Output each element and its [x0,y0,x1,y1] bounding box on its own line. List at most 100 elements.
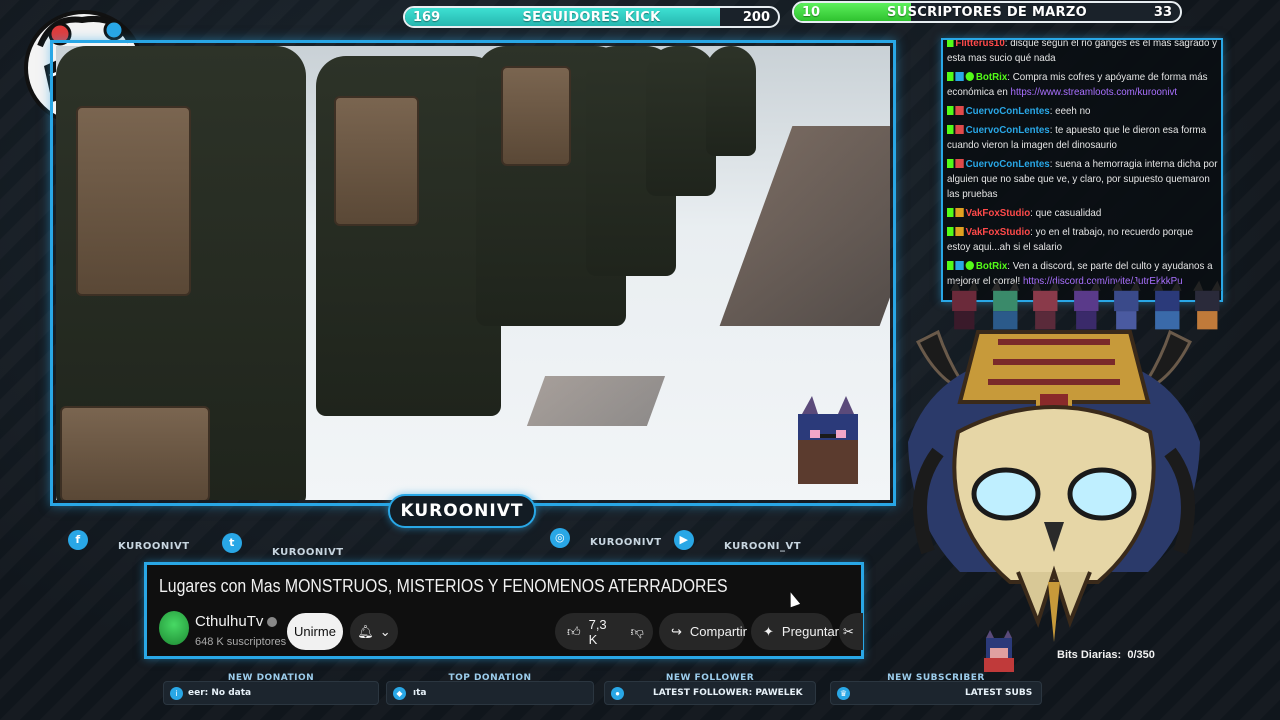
chat-username[interactable]: CuervoConLentes [966,124,1050,136]
social-handle: KUROONI_VT [724,541,802,552]
alert-new-follower: NEW FOLLOWER ● LATEST FOLLOWER: PAWELEK [604,673,816,705]
verified-icon [267,617,278,628]
chat-message: CuervoConLentes: eeeh no [947,104,1219,119]
share-button[interactable]: ↪ Compartir [659,613,747,650]
social-instagram: ◎ KUROONIVT [550,527,662,548]
kick-badge-icon [947,125,954,134]
share-icon: ↪ [671,623,682,639]
video-frame [50,40,896,506]
chat-username[interactable]: BotRix [976,260,1007,272]
social-handle: KUROONIVT [590,537,662,548]
kick-badge-icon [947,227,954,236]
alert-top-donation: TOP DONATION ◆ ıta [386,673,594,705]
verified-badge-icon [965,72,974,81]
social-handle: KUROONIVT [272,547,344,558]
sub-badge-icon [955,227,964,236]
alert-value: eer: No data [188,688,252,698]
alert-value: LATEST SUBS [965,688,1033,698]
subs-goal-target: 33 [1153,5,1172,20]
alert-head: TOP DONATION [448,673,532,683]
kick-badge-icon [947,261,954,270]
channel-name-tag: KUROONIVT [388,494,536,528]
chat-message: CuervoConLentes: te apuesto que le diero… [947,123,1219,153]
bell-icon: 🔔︎ [357,623,374,639]
youtube-icon: ▶ [674,529,694,550]
kick-goal-target: 200 [742,10,770,25]
kick-followers-goal-bar: 169 SEGUIDORES KICK 200 [403,6,780,28]
top-donation-icon: ◆ [393,687,406,700]
like-icon[interactable]: 👍︎ [567,624,581,640]
sub-badge-icon [955,125,964,134]
subs-goal-label: SUSCRIPTORES DE MARZO [887,5,1087,20]
chat-username[interactable]: Flitterus10 [955,40,1004,49]
chat-message: VakFoxStudio: que casualidad [947,206,1219,221]
social-handle: KUROONIVT [118,541,190,552]
join-button[interactable]: Unirme [287,613,343,650]
donation-icon: i [170,687,183,700]
alert-new-subscriber: NEW SUBSCRIBER ♛ LATEST SUBS [830,673,1042,705]
sparkle-icon: ✦ [763,623,774,639]
kick-badge-icon [947,106,954,115]
channel-name-text[interactable]: CthulhuTv [195,613,263,630]
like-count[interactable]: 7,3 K [589,617,607,647]
chat-username[interactable]: BotRix [976,71,1007,83]
follower-icon: ● [611,687,624,700]
chat-username[interactable]: VakFoxStudio [966,226,1031,238]
stream-overlay: 169 SEGUIDORES KICK 200 10 SUSCRIPTORES … [0,0,1280,720]
notifications-button[interactable]: 🔔︎ ⌄ [350,613,398,650]
subscriber-count: 648 K suscriptores [195,636,287,648]
clip-button[interactable]: ✂ [839,613,863,650]
bits-label: Bits Diarias: [1057,649,1122,661]
social-twitter: t KUROONIVT [222,527,344,558]
kick-badge-icon [947,40,954,47]
channel-name[interactable]: CthulhuTv [195,613,278,630]
subs-goal-bar: 10 SUSCRIPTORES DE MARZO 33 [792,1,1182,23]
ask-button[interactable]: ✦ Preguntar [751,613,839,650]
alert-head: NEW FOLLOWER [665,673,755,683]
alert-value: LATEST FOLLOWER: PAWELEK [653,688,803,698]
bot-badge-icon [955,72,964,81]
video-title: Lugares con Mas MONSTRUOS, MISTERIOS Y F… [159,576,728,596]
kick-badge-icon [947,72,954,81]
chibi-avatar [984,630,1014,672]
kick-goal-label: SEGUIDORES KICK [522,10,661,25]
bits-counter: Bits Diarias: 0/350 [1057,649,1155,661]
social-youtube: ▶ KUROONI_VT [674,527,801,552]
chat-text: : eeeh no [1049,105,1091,117]
like-dislike-group[interactable]: 👍︎ 7,3 K 👎︎ [555,613,653,650]
chat-message: VakFoxStudio: yo en el trabajo, no recue… [947,225,1219,255]
youtube-info-panel: Lugares con Mas MONSTRUOS, MISTERIOS Y F… [144,562,864,659]
video-player[interactable] [56,46,890,500]
scissors-icon: ✂ [843,623,854,639]
chevron-down-icon: ⌄ [379,623,391,639]
crown-icon: ♛ [837,687,850,700]
sub-badge-icon [955,159,964,168]
chat-link[interactable]: https://www.streamloots.com/kuroonivt [1011,86,1178,98]
channel-avatar[interactable] [159,611,189,645]
bits-value: 0/350 [1127,649,1155,661]
facebook-icon: f [68,529,88,550]
ask-label: Preguntar [781,624,839,639]
verified-badge-icon [965,261,974,270]
alert-head: NEW SUBSCRIBER [887,673,985,683]
instagram-icon: ◎ [550,527,570,548]
bot-badge-icon [955,261,964,270]
kick-badge-icon [947,208,954,217]
twitter-icon: t [222,532,242,553]
chat-message: Flitterus10: disque según el rio ganges … [947,40,1219,66]
chat-panel[interactable]: Flitterus10: disque según el rio ganges … [941,38,1223,302]
pixel-mascot [798,396,858,484]
chat-username[interactable]: CuervoConLentes [966,105,1050,117]
sub-badge-icon [955,106,964,115]
chat-message: CuervoConLentes: suena a hemorragia inte… [947,157,1219,202]
chat-username[interactable]: VakFoxStudio [966,207,1031,219]
chat-text: : que casualidad [1030,207,1102,219]
share-label: Compartir [689,624,747,639]
alert-value: ıta [413,688,427,698]
vtuber-skull-mask [908,329,1200,642]
dislike-icon[interactable]: 👎︎ [631,624,644,640]
social-facebook: f KUROONIVT [68,527,190,552]
chat-message: BotRix: Compra mis cofres y apóyame de f… [947,70,1219,100]
sub-badge-icon [955,208,964,217]
chat-username[interactable]: CuervoConLentes [966,158,1050,170]
